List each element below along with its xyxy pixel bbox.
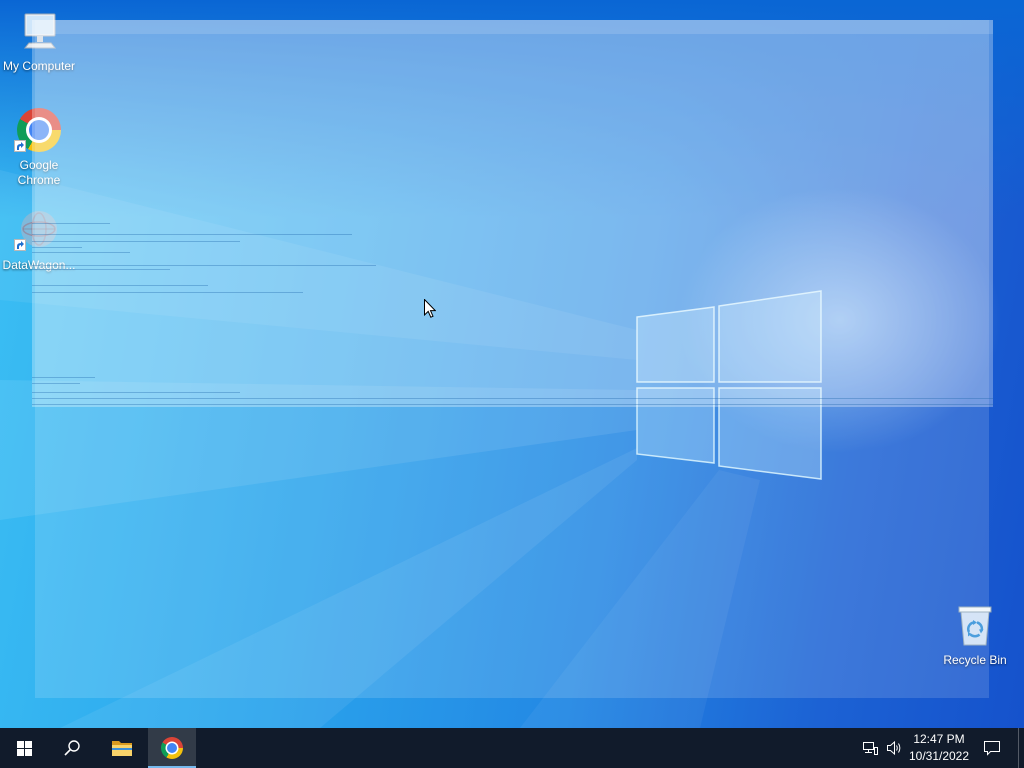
taskbar-clock[interactable]: 12:47 PM 10/31/2022: [904, 728, 974, 768]
action-center-button[interactable]: [974, 728, 1010, 768]
search-icon: [64, 740, 80, 756]
render-artifact-lines: [32, 223, 993, 405]
network-icon: [862, 742, 878, 755]
start-button[interactable]: [0, 728, 48, 768]
chrome-icon: [161, 737, 183, 759]
tray-volume-button[interactable]: [884, 728, 904, 768]
taskbar-file-explorer[interactable]: [98, 728, 146, 768]
clock-time: 12:47 PM: [913, 732, 965, 746]
show-desktop-button[interactable]: [1018, 728, 1024, 768]
action-center-icon: [984, 741, 1000, 756]
folder-icon: [112, 741, 132, 756]
volume-icon: [887, 740, 901, 756]
tray-network-button[interactable]: [860, 728, 880, 768]
search-button[interactable]: [48, 728, 96, 768]
taskbar-google-chrome[interactable]: [148, 728, 196, 768]
clock-date: 10/31/2022: [908, 749, 970, 763]
windows-logo-icon: [16, 740, 32, 756]
taskbar: 12:47 PM 10/31/2022: [0, 728, 1024, 768]
arrow-cursor-icon: [424, 299, 436, 318]
desktop[interactable]: My Computer Google Chrome DataWagon... R…: [0, 0, 1024, 728]
